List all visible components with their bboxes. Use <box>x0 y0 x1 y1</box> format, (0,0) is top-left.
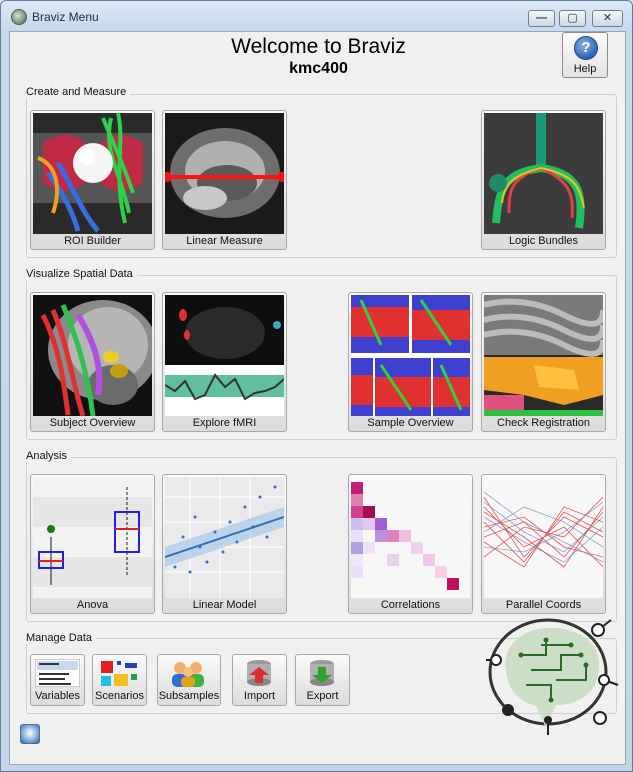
check-registration-button[interactable]: Check Registration <box>481 292 606 432</box>
linear-measure-thumbnail <box>165 113 284 234</box>
close-icon: ✕ <box>602 12 613 24</box>
analysis-title: Analysis <box>26 450 71 462</box>
correlations-thumbnail <box>351 477 470 598</box>
linear-model-label: Linear Model <box>192 599 257 611</box>
minimize-button[interactable]: — <box>528 10 555 27</box>
parallel-coords-thumbnail <box>484 477 603 598</box>
check-registration-thumbnail <box>484 295 603 416</box>
correlations-button[interactable]: Correlations <box>348 474 473 614</box>
explore-fmri-thumbnail <box>165 295 284 416</box>
subsamples-label: Subsamples <box>158 690 220 702</box>
braviz-logo <box>486 610 622 740</box>
maximize-icon: ▢ <box>567 12 578 24</box>
anova-thumbnail <box>33 477 152 598</box>
braviz-footer-icon[interactable] <box>20 724 40 744</box>
export-icon <box>300 659 345 687</box>
linear-model-button[interactable]: Linear Model <box>162 474 287 614</box>
logic-bundles-label: Logic Bundles <box>508 235 579 247</box>
subject-overview-thumbnail <box>33 295 152 416</box>
logic-bundles-thumbnail <box>484 113 603 234</box>
main-panel: Welcome to Braviz kmc400 ? Help Create a… <box>9 31 626 765</box>
subsamples-button[interactable]: Subsamples <box>157 654 221 706</box>
export-button[interactable]: Export <box>295 654 350 706</box>
anova-button[interactable]: Anova <box>30 474 155 614</box>
title-bar[interactable]: Braviz Menu — ▢ ✕ <box>1 1 632 31</box>
scenarios-button[interactable]: Scenarios <box>92 654 147 706</box>
help-button[interactable]: ? Help <box>562 32 608 78</box>
help-icon: ? <box>574 36 598 60</box>
linear-measure-label: Linear Measure <box>186 235 263 247</box>
sample-overview-label: Sample Overview <box>367 417 454 429</box>
import-label: Import <box>243 690 276 702</box>
explore-fmri-label: Explore fMRI <box>192 417 257 429</box>
subject-overview-button[interactable]: Subject Overview <box>30 292 155 432</box>
sample-overview-thumbnail <box>351 295 470 416</box>
linear-model-thumbnail <box>165 477 284 598</box>
parallel-coords-button[interactable]: Parallel Coords <box>481 474 606 614</box>
correlations-label: Correlations <box>380 599 441 611</box>
variables-label: Variables <box>34 690 81 702</box>
close-button[interactable]: ✕ <box>592 10 623 27</box>
braviz-app-icon <box>11 9 27 25</box>
logic-bundles-button[interactable]: Logic Bundles <box>481 110 606 250</box>
maximize-button[interactable]: ▢ <box>559 10 586 27</box>
import-icon <box>237 659 282 687</box>
visualize-title: Visualize Spatial Data <box>26 268 137 280</box>
subject-overview-label: Subject Overview <box>49 417 136 429</box>
user-name: kmc400 <box>289 60 348 77</box>
explore-fmri-button[interactable]: Explore fMRI <box>162 292 287 432</box>
manage-data-title: Manage Data <box>26 632 97 644</box>
scenarios-icon <box>97 659 142 687</box>
subsamples-icon <box>166 659 211 687</box>
help-label: Help <box>573 63 597 75</box>
export-label: Export <box>306 690 339 702</box>
linear-measure-button[interactable]: Linear Measure <box>162 110 287 250</box>
app-window: Braviz Menu — ▢ ✕ Welcome to Braviz kmc4… <box>0 0 633 772</box>
variables-button[interactable]: Variables <box>30 654 85 706</box>
scenarios-label: Scenarios <box>95 690 144 702</box>
variables-icon <box>34 658 81 688</box>
minimize-icon: — <box>536 12 547 24</box>
check-registration-label: Check Registration <box>497 417 590 429</box>
anova-label: Anova <box>76 599 109 611</box>
window-title: Braviz Menu <box>32 10 99 24</box>
roi-builder-label: ROI Builder <box>64 235 121 247</box>
welcome-heading: Welcome to Braviz <box>231 35 406 58</box>
sample-overview-button[interactable]: Sample Overview <box>348 292 473 432</box>
create-measure-title: Create and Measure <box>26 86 131 98</box>
roi-builder-button[interactable]: ROI Builder <box>30 110 155 250</box>
roi-builder-thumbnail <box>33 113 152 234</box>
import-button[interactable]: Import <box>232 654 287 706</box>
